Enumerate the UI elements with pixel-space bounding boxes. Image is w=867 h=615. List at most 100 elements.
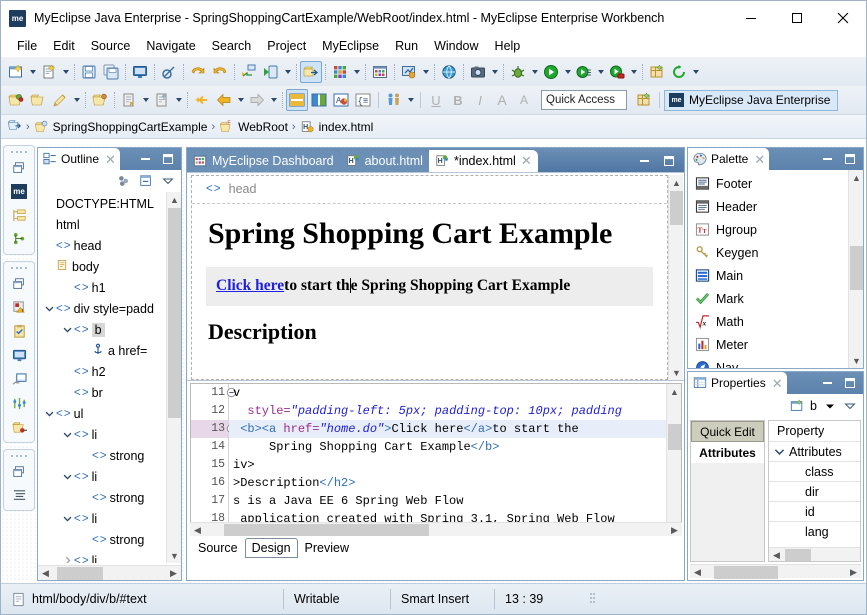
code-line[interactable]: s is a Java EE 6 Spring Web Flow: [229, 492, 666, 510]
line-number-gutter[interactable]: 111213141516171819: [191, 384, 229, 541]
menu-run[interactable]: Run: [387, 37, 426, 55]
design-head-region[interactable]: < > head: [192, 176, 667, 204]
twisty-icon[interactable]: [60, 513, 74, 524]
new-wizard-dropdown-icon[interactable]: [27, 61, 38, 83]
preview-layout-icon[interactable]: A: [330, 89, 352, 111]
font-large-button[interactable]: A: [491, 89, 513, 111]
restore-view-icon[interactable]: [8, 461, 30, 482]
console-view-icon[interactable]: [8, 345, 30, 366]
status-grip[interactable]: [590, 591, 600, 607]
minimize-icon[interactable]: [821, 376, 835, 390]
save-icon[interactable]: [78, 61, 100, 83]
minimize-icon[interactable]: [821, 152, 835, 166]
properties-row[interactable]: dir: [769, 481, 860, 501]
breadcrumb-item-file[interactable]: H index.html: [300, 120, 374, 134]
scroll-right-icon[interactable]: ▶: [166, 566, 181, 580]
debug-icon[interactable]: [507, 61, 529, 83]
deploy-icon[interactable]: [238, 61, 260, 83]
palette-item-hgroup[interactable]: TTHgroup: [688, 218, 847, 241]
line-number[interactable]: 15: [191, 456, 228, 474]
run-history-icon[interactable]: [573, 61, 595, 83]
forward-dropdown-icon[interactable]: [268, 89, 279, 111]
tab-palette[interactable]: Palette ✕: [688, 148, 769, 170]
back-icon[interactable]: [213, 89, 235, 111]
new-file-icon[interactable]: [38, 61, 60, 83]
hierarchy-view-icon[interactable]: [8, 229, 30, 250]
menu-edit[interactable]: Edit: [45, 37, 83, 55]
maximize-icon[interactable]: [843, 376, 857, 390]
new-property-icon[interactable]: [790, 399, 804, 413]
back-dropdown-icon[interactable]: [235, 89, 246, 111]
twisty-icon[interactable]: [60, 324, 74, 335]
properties-row[interactable]: lang: [769, 521, 860, 541]
twisty-icon[interactable]: [42, 303, 56, 314]
scroll-up-icon[interactable]: ▲: [667, 384, 682, 399]
minimize-icon[interactable]: [638, 154, 652, 168]
source-inner[interactable]: 111213141516171819 v style="padding-left…: [190, 383, 682, 542]
layout-horizontal-icon[interactable]: [286, 89, 308, 111]
palette-item-nav[interactable]: Nav: [688, 356, 847, 368]
outline-tree-item[interactable]: < >li: [38, 550, 165, 563]
previous-annotation-icon[interactable]: [151, 89, 173, 111]
rail-grip[interactable]: [11, 453, 27, 458]
scroll-thumb[interactable]: [714, 566, 778, 579]
rail-grip[interactable]: [11, 149, 27, 154]
rail-grip[interactable]: [11, 265, 27, 270]
scroll-thumb[interactable]: [785, 549, 811, 562]
code-line[interactable]: v: [229, 384, 666, 402]
run-dropdown-icon[interactable]: [562, 61, 573, 83]
scroll-thumb[interactable]: [670, 191, 683, 225]
outline-tree-item[interactable]: body: [38, 256, 165, 277]
open-perspective-button[interactable]: [633, 89, 655, 111]
last-edit-location-icon[interactable]: [191, 89, 213, 111]
grid-palette-dropdown-icon[interactable]: [351, 61, 362, 83]
snapshot-icon[interactable]: [467, 61, 489, 83]
breadcrumb-item-webroot[interactable]: F WebRoot: [219, 120, 288, 134]
source-vertical-scrollbar[interactable]: ▲ ▼: [666, 384, 681, 541]
open-resource-icon[interactable]: [5, 89, 27, 111]
outline-view-icon[interactable]: [8, 393, 30, 414]
palette-item-mark[interactable]: Mark: [688, 287, 847, 310]
close-icon[interactable]: ✕: [770, 377, 783, 390]
design-body-region[interactable]: Spring Shopping Cart Example Click heret…: [192, 204, 667, 345]
maximize-icon[interactable]: [843, 152, 857, 166]
open-perspective-icon[interactable]: [300, 61, 322, 83]
code-line[interactable]: style="padding-left: 5px; padding-top: 1…: [229, 402, 666, 420]
source-horizontal-scrollbar[interactable]: ◀ ▶: [190, 522, 682, 536]
close-icon[interactable]: ✕: [103, 153, 116, 166]
properties-group-row[interactable]: Attributes: [769, 441, 860, 461]
menu-file[interactable]: File: [9, 37, 45, 55]
open-folder-icon[interactable]: [27, 89, 49, 111]
design-heading-2[interactable]: Description: [208, 319, 657, 345]
scroll-up-icon[interactable]: ▲: [849, 170, 863, 185]
palette-item-header[interactable]: Header: [688, 195, 847, 218]
editor-tab-about[interactable]: H about.html: [340, 150, 429, 172]
scroll-down-icon[interactable]: ▼: [167, 548, 181, 563]
outline-tree-item[interactable]: < >br: [38, 382, 165, 403]
menu-window[interactable]: Window: [426, 37, 486, 55]
italic-button[interactable]: I: [469, 89, 491, 111]
database-explorer-dropdown-icon[interactable]: [420, 61, 431, 83]
run-server-dropdown-icon[interactable]: [282, 61, 293, 83]
team-sync-icon[interactable]: [383, 89, 405, 111]
scroll-left-icon[interactable]: ◀: [38, 566, 53, 580]
twisty-icon[interactable]: [42, 408, 56, 419]
layout-vertical-icon[interactable]: [308, 89, 330, 111]
outline-tree-item[interactable]: < >strong: [38, 445, 165, 466]
maximize-icon[interactable]: [774, 1, 820, 35]
minimize-icon[interactable]: [139, 152, 153, 166]
outline-horizontal-scrollbar[interactable]: ◀ ▶: [38, 565, 181, 580]
close-icon[interactable]: ✕: [752, 153, 765, 166]
next-annotation-icon[interactable]: [118, 89, 140, 111]
quick-access-input[interactable]: Quick Access: [541, 90, 627, 110]
myeclipse-explorer-icon[interactable]: me: [8, 181, 30, 202]
properties-tab-quick-edit[interactable]: Quick Edit: [691, 421, 764, 442]
edit-pencil-icon[interactable]: [49, 89, 71, 111]
scroll-thumb[interactable]: [57, 567, 103, 580]
properties-inner-hscrollbar[interactable]: ◀: [769, 547, 860, 561]
scroll-thumb[interactable]: [850, 246, 863, 290]
twisty-icon[interactable]: [60, 429, 74, 440]
design-heading-1[interactable]: Spring Shopping Cart Example: [208, 217, 657, 251]
view-menu-icon[interactable]: [161, 174, 175, 188]
outline-tree-item[interactable]: html: [38, 214, 165, 235]
